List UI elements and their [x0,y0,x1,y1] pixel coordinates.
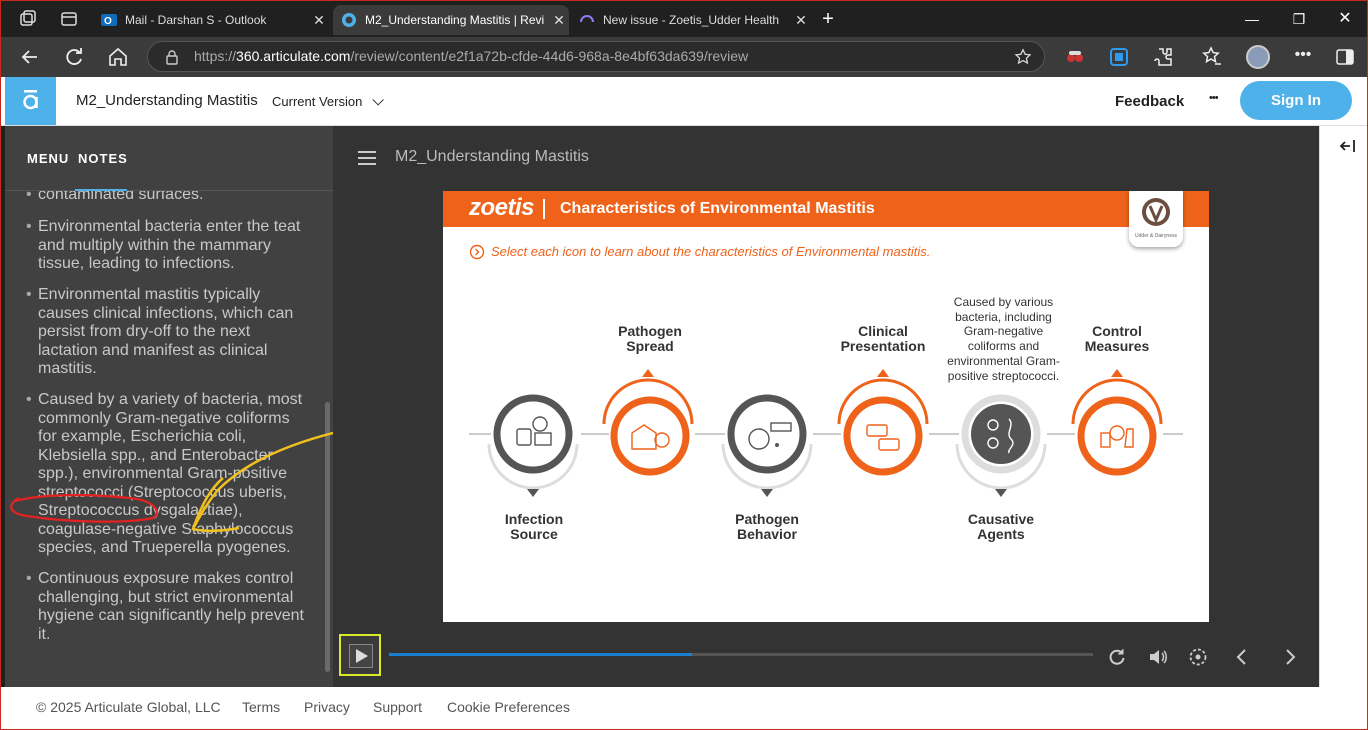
url-host: 360.articulate.com [236,48,351,64]
chevron-down-icon [372,94,384,106]
footer-link-support[interactable]: Support [373,699,422,715]
workspaces-icon[interactable] [18,9,38,29]
infection-source-icon [487,394,579,497]
label-control-measures: Control Measures [1084,323,1150,354]
item-control-measures[interactable] [1067,369,1167,493]
sidebar-toggle-icon[interactable] [1333,45,1357,69]
pathogen-behavior-icon [721,394,813,497]
progress-track[interactable] [389,653,1093,656]
articulate-logo[interactable] [5,77,56,125]
header-divider [543,199,545,219]
captions-settings-icon[interactable] [1187,646,1209,668]
back-icon[interactable] [18,45,42,69]
svg-text:Udder & Dairyness: Udder & Dairyness [1135,233,1177,239]
pen-annotations [10,431,333,533]
extensions-icon[interactable] [1151,45,1175,69]
footer-link-privacy[interactable]: Privacy [304,699,350,715]
slide-heading: Characteristics of Environmental Mastiti… [560,200,875,217]
play-triangle-icon [356,649,368,663]
copyright: © 2025 Articulate Global, LLC [36,699,221,715]
tab-outlook[interactable]: O Mail - Darshan S - Outlook ✕ [93,5,329,35]
control-measures-icon [1071,369,1163,476]
favorite-star-icon[interactable] [1014,48,1032,66]
causative-agents-icon [955,394,1047,497]
clinical-presentation-icon [837,369,929,476]
item-clinical-presentation[interactable] [833,369,933,493]
home-icon[interactable] [106,45,130,69]
restore-button[interactable]: ❐ [1284,7,1314,31]
more-options-button[interactable]: ••• [1209,92,1219,104]
hamburger-menu-icon[interactable] [358,151,378,165]
sign-in-button[interactable]: Sign In [1240,81,1352,120]
progress-fill [389,653,692,656]
player-title: M2_Understanding Mastitis [395,148,589,165]
tab-title: New issue - Zoetis_Udder Health [603,13,780,27]
course-title: M2_Understanding Mastitis [76,92,258,109]
footer-link-cookie-preferences[interactable]: Cookie Preferences [447,699,570,715]
footer: © 2025 Articulate Global, LLC Terms Priv… [1,687,1367,729]
causative-agents-tooltip: Caused by various bacteria, including Gr… [947,295,1060,383]
pathogen-spread-icon [602,369,694,476]
minimize-button[interactable]: — [1237,7,1267,31]
course-badge: Udder & Dairyness [1129,191,1183,247]
slide-instruction: Select each icon to learn about the char… [491,244,931,259]
label-pathogen-spread: Pathogen Spread [618,323,682,354]
label-clinical-presentation: Clinical Presentation [840,323,926,354]
item-causative-agents[interactable] [951,377,1051,501]
replay-icon[interactable] [1106,646,1128,668]
settings-more-icon[interactable]: ••• [1291,45,1315,69]
tab-title: Mail - Darshan S - Outlook [125,13,267,27]
right-rail [1319,126,1367,687]
screenshot-extension-icon[interactable] [1107,45,1131,69]
volume-icon[interactable] [1147,646,1169,668]
version-dropdown[interactable]: Current Version [272,94,384,109]
app-header: M2_Understanding Mastitis Current Versio… [1,77,1367,126]
player-area: M2_Understanding Mastitis zoetis Charact… [333,126,1319,687]
articulate-icon [342,13,356,27]
address-bar-row: https://360.articulate.com/review/conten… [1,37,1367,77]
footer-link-terms[interactable]: Terms [242,699,280,715]
arrow-circle-icon [469,244,485,260]
close-tab-icon[interactable]: ✕ [309,12,329,29]
close-window-button[interactable]: ✕ [1330,7,1360,31]
new-tab-button[interactable]: + [813,7,843,31]
item-infection-source[interactable] [483,377,583,501]
loading-icon [580,15,594,23]
url-field[interactable]: https://360.articulate.com/review/conten… [147,41,1045,72]
close-tab-icon[interactable]: ✕ [549,12,569,29]
zoetis-logo: zoetis [469,194,535,221]
browser-window: O Mail - Darshan S - Outlook ✕ M2_Unders… [0,0,1368,730]
feedback-button[interactable]: Feedback [1115,93,1184,110]
collapse-panel-icon[interactable] [1338,138,1356,154]
slide: zoetis Characteristics of Environmental … [443,191,1209,622]
play-button[interactable] [339,634,381,676]
svg-text:O: O [104,16,112,27]
version-label: Current Version [272,94,363,109]
label-causative-agents: Causative Agents [967,511,1035,542]
tab-actions-icon[interactable] [59,9,79,29]
tab-articulate[interactable]: M2_Understanding Mastitis | Revi ✕ [333,5,569,35]
slide-header: zoetis Characteristics of Environmental … [443,191,1209,227]
refresh-icon[interactable] [62,45,86,69]
label-pathogen-behavior: Pathogen Behavior [735,511,799,542]
item-pathogen-behavior[interactable] [717,377,817,501]
articulate-logo-icon [23,90,38,110]
close-tab-icon[interactable]: ✕ [791,12,811,29]
url-path: /review/content/e2f1a72b-cfde-44d6-968a-… [350,48,749,64]
extension-glasses-icon[interactable] [1063,45,1087,69]
outlook-icon: O [101,14,117,27]
previous-slide-icon[interactable] [1231,646,1253,668]
tab-github[interactable]: New issue - Zoetis_Udder Health ✕ [571,5,811,35]
lock-icon[interactable] [164,49,180,65]
notes-sidebar: MENU NOTES contaminated surfaces. Enviro… [5,126,333,687]
next-slide-icon[interactable] [1279,646,1301,668]
url-scheme: https:// [194,48,237,64]
profile-avatar[interactable] [1246,45,1270,69]
item-pathogen-spread[interactable] [598,369,698,493]
favorites-icon[interactable] [1200,45,1224,69]
label-infection-source: Infection Source [504,511,564,542]
udder-health-badge-icon: Udder & Dairyness [1135,198,1177,239]
tab-bar: O Mail - Darshan S - Outlook ✕ M2_Unders… [1,1,1367,37]
tab-title: M2_Understanding Mastitis | Revi [365,13,545,27]
